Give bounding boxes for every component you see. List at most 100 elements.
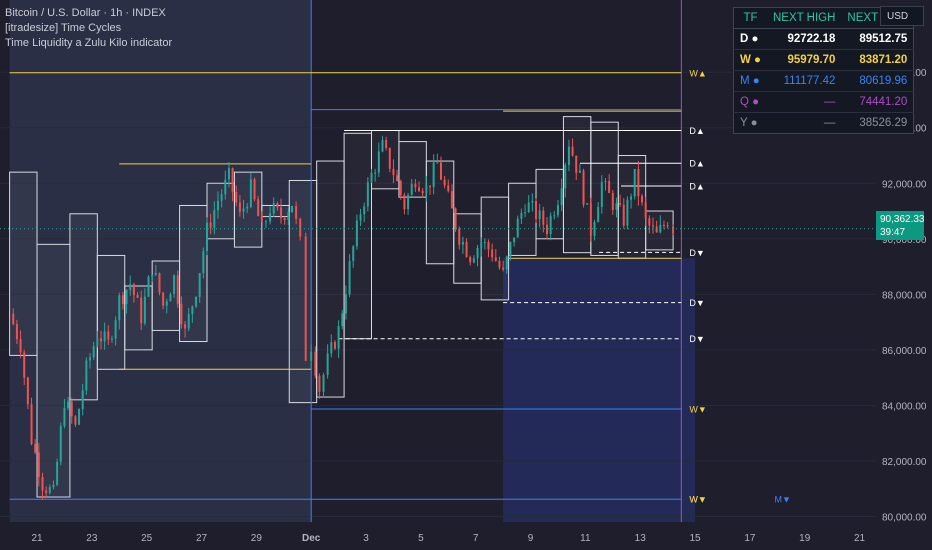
next-high-cell: — (767, 112, 842, 134)
candle-body (260, 216, 263, 222)
candle-body (597, 206, 600, 223)
candle-body (564, 165, 567, 189)
candle-body (59, 425, 62, 462)
next-high-cell: 95979.70 (767, 49, 842, 71)
candle-body (520, 212, 523, 219)
candle-body (567, 146, 570, 166)
candle-body (34, 443, 37, 453)
candle-body (407, 194, 410, 210)
tf-row: Q ● —74441.20 (733, 91, 914, 113)
candle-body (195, 296, 198, 307)
y-tick-label: 86,000.00 (882, 346, 927, 357)
next-high-cell: — (767, 91, 842, 113)
indicator-time-cycles[interactable]: [itradesize] Time Cycles (5, 21, 172, 36)
candle-body (209, 222, 212, 228)
candle-body (549, 215, 552, 235)
candle-body (589, 203, 592, 236)
candle-body (107, 331, 110, 340)
candle-body (403, 195, 406, 210)
currency-selector[interactable]: USD (880, 6, 924, 26)
candle-body (220, 194, 223, 201)
candle-body (611, 192, 614, 210)
candle-body (143, 296, 146, 324)
candle-body (314, 351, 317, 376)
candle-body (487, 241, 490, 250)
candle-body (176, 275, 179, 304)
candle-body (494, 257, 497, 261)
tf-cell: Y ● (733, 112, 767, 134)
level-label: D▼ (689, 298, 704, 308)
candle-body (652, 225, 655, 227)
candle-body (509, 242, 512, 257)
candle-body (385, 140, 388, 148)
candle-body (253, 179, 256, 200)
candle-body (374, 172, 377, 174)
candle-body (89, 357, 92, 361)
cycle-box (617, 154, 647, 259)
candle-body (381, 140, 384, 152)
level-label: W▼ (689, 404, 706, 414)
candle-body (310, 351, 313, 361)
candle-body (622, 204, 625, 226)
candle-body (242, 208, 245, 212)
candle-body (140, 297, 143, 324)
candle-body (56, 461, 59, 485)
tf-cell: W ● (733, 49, 767, 71)
candle-body (461, 241, 464, 245)
x-tick-label: 25 (141, 533, 153, 544)
candle-body (418, 187, 421, 192)
candle-body (249, 179, 252, 207)
candle-body (630, 196, 633, 200)
candle-body (483, 241, 486, 243)
candle-body (502, 267, 505, 270)
candle-body (136, 294, 139, 298)
candle-body (180, 303, 183, 325)
x-axis-band (0, 522, 932, 550)
candle-body (216, 200, 219, 211)
level-label: D▼ (689, 248, 704, 258)
candle-body (304, 236, 307, 361)
next-low-cell: 83871.20 (841, 49, 914, 71)
candle-body (114, 320, 117, 339)
candle-body (410, 183, 413, 195)
candle-body (235, 191, 238, 203)
symbol-title[interactable]: Bitcoin / U.S. Dollar · 1h · INDEX (5, 6, 172, 21)
candle-body (615, 203, 618, 210)
candle-body (637, 168, 640, 197)
candle-body (169, 293, 172, 302)
x-tick-label: 19 (799, 533, 811, 544)
level-label: D▲ (689, 126, 704, 136)
x-tick-label: 9 (528, 533, 534, 544)
candle-body (600, 182, 603, 207)
x-tick-label: 13 (635, 533, 647, 544)
shaded-region (503, 258, 696, 522)
indicator-time-liquidity[interactable]: Time Liquidity a Zulu Kilo indicator (5, 36, 172, 51)
candle-body (322, 374, 325, 392)
candle-body (414, 183, 417, 188)
candle-body (213, 210, 216, 228)
candle-body (165, 301, 168, 306)
candle-body (154, 273, 157, 275)
candle-body (359, 214, 362, 221)
candle-body (206, 222, 209, 252)
x-tick-label: 5 (418, 533, 424, 544)
candle-body (318, 375, 321, 392)
candle-body (129, 284, 132, 290)
candle-body (52, 484, 55, 488)
candle-body (469, 256, 472, 263)
next-high-header: NEXT HIGH (767, 7, 842, 29)
bar-countdown: 39:47 (880, 227, 906, 238)
candle-body (227, 168, 230, 180)
candle-body (480, 242, 483, 248)
candle-body (63, 408, 66, 426)
candle-body (257, 199, 260, 217)
candle-body (644, 202, 647, 219)
candle-body (436, 162, 439, 164)
level-label: W▲ (689, 68, 706, 78)
x-tick-label: 3 (363, 533, 369, 544)
candle-body (586, 203, 589, 205)
candle-body (553, 215, 556, 217)
candle-body (513, 237, 516, 243)
candle-body (326, 353, 329, 375)
candle-body (344, 294, 347, 314)
